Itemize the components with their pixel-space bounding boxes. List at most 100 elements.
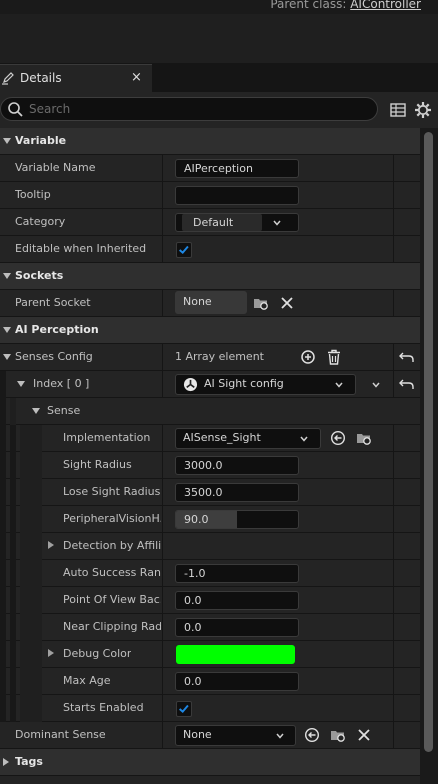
category-label: Sockets xyxy=(15,269,64,282)
category-tags[interactable]: Tags xyxy=(0,749,420,776)
browse-icon[interactable] xyxy=(330,727,346,743)
debug-color-swatch[interactable] xyxy=(176,645,295,664)
divider xyxy=(393,560,394,586)
property-label: Category xyxy=(15,215,66,228)
implementation-value: AISense_Sight xyxy=(183,431,261,444)
implementation-combo[interactable]: AISense_Sight xyxy=(175,428,321,449)
indent-guide xyxy=(20,452,42,479)
dominant-sense-value: None xyxy=(183,728,212,741)
property-label: Sense xyxy=(47,404,81,417)
clear-x-icon[interactable] xyxy=(279,295,295,311)
indent-guide xyxy=(0,668,6,695)
starts-enabled-checkbox[interactable] xyxy=(176,701,192,717)
peripheral-vision-slider[interactable]: 90.0 xyxy=(175,510,299,529)
category-label: Variable xyxy=(15,134,67,147)
property-label: Point Of View Bac... xyxy=(63,593,161,606)
parent-socket-button[interactable]: None xyxy=(175,291,247,314)
sight-config-combo[interactable]: AI Sight config xyxy=(175,374,356,395)
near-clip-input[interactable]: 0.0 xyxy=(175,618,299,637)
table-view-icon[interactable] xyxy=(390,102,406,118)
pov-back-input[interactable]: 0.0 xyxy=(175,591,299,610)
indent-guide xyxy=(10,641,16,668)
property-label: Implementation xyxy=(63,431,151,444)
indent-guide xyxy=(20,479,42,506)
divider xyxy=(393,182,394,208)
expand-arrow-icon[interactable] xyxy=(48,541,54,549)
divider xyxy=(393,290,394,316)
divider xyxy=(162,695,163,721)
editable-checkbox[interactable] xyxy=(176,242,192,258)
browse-icon[interactable] xyxy=(356,430,372,446)
sight-radius-input[interactable]: 3000.0 xyxy=(175,456,299,475)
divider xyxy=(162,236,163,262)
parent-class: Parent class: AIController xyxy=(270,0,421,11)
tooltip-input[interactable] xyxy=(175,186,299,205)
reset-arrow-icon[interactable] xyxy=(399,349,415,365)
variable-name-input[interactable]: AIPerception xyxy=(175,159,299,178)
divider xyxy=(162,371,163,397)
trash-icon[interactable] xyxy=(326,349,342,365)
property-label: Max Age xyxy=(63,674,111,687)
category-variable[interactable]: Variable xyxy=(0,128,420,155)
browse-socket-icon[interactable] xyxy=(253,295,269,311)
collapse-arrow-icon[interactable] xyxy=(17,381,25,387)
add-element-icon[interactable] xyxy=(300,349,316,365)
checkmark-icon xyxy=(178,245,189,254)
divider xyxy=(162,560,163,586)
clear-x-icon[interactable] xyxy=(356,727,372,743)
property-label: Tooltip xyxy=(15,188,51,201)
tab-details-label: Details xyxy=(20,71,62,85)
indent-guide xyxy=(0,425,6,452)
property-label: Editable when Inherited xyxy=(15,242,147,255)
divider xyxy=(162,668,163,694)
dominant-sense-combo[interactable]: None xyxy=(175,725,296,746)
reset-arrow-icon[interactable] xyxy=(399,376,415,392)
property-label: Variable Name xyxy=(15,161,96,174)
use-selected-icon[interactable] xyxy=(330,430,346,446)
divider xyxy=(393,587,394,613)
divider xyxy=(393,344,394,370)
row-sight-radius: Sight Radius 3000.0 xyxy=(0,452,420,479)
indent-guide xyxy=(10,452,16,479)
row-near-clipping-radius: Near Clipping Radi... 0.0 xyxy=(0,614,420,641)
search-box xyxy=(0,97,378,121)
details-panel: Variable Variable Name AIPerception Tool… xyxy=(0,128,420,784)
expand-arrow-icon[interactable] xyxy=(48,649,54,657)
divider xyxy=(393,695,394,721)
scrollbar[interactable] xyxy=(420,128,438,784)
use-selected-icon[interactable] xyxy=(304,727,320,743)
checkmark-icon xyxy=(178,704,189,713)
divider xyxy=(162,182,163,208)
chevron-down-icon xyxy=(335,382,343,388)
tab-details[interactable]: Details × xyxy=(0,64,152,92)
lose-sight-radius-input[interactable]: 3500.0 xyxy=(175,483,299,502)
divider xyxy=(162,155,163,181)
max-age-input[interactable]: 0.0 xyxy=(175,672,299,691)
row-sense[interactable]: Sense xyxy=(0,398,420,425)
parent-class-link[interactable]: AIController xyxy=(350,0,421,11)
collapse-arrow-icon[interactable] xyxy=(3,354,11,360)
category-label: AI Perception xyxy=(15,323,99,336)
category-combo[interactable]: Default xyxy=(175,213,299,232)
indent-guide xyxy=(0,641,6,668)
divider xyxy=(162,533,163,559)
divider xyxy=(162,587,163,613)
close-icon[interactable]: × xyxy=(131,70,142,85)
divider xyxy=(393,371,394,397)
divider xyxy=(393,209,394,235)
top-bar: Parent class: AIController xyxy=(0,0,438,14)
category-ai-perception[interactable]: AI Perception xyxy=(0,317,420,344)
category-sockets[interactable]: Sockets xyxy=(0,263,420,290)
auto-success-input[interactable]: -1.0 xyxy=(175,564,299,583)
indent-guide xyxy=(0,479,6,506)
chevron-down-icon[interactable] xyxy=(372,381,380,389)
divider xyxy=(162,479,163,505)
search-input[interactable] xyxy=(29,100,359,118)
row-parent-socket: Parent Socket None xyxy=(0,290,420,317)
property-label: Sight Radius xyxy=(63,458,132,471)
gear-icon[interactable] xyxy=(414,101,432,119)
divider xyxy=(393,506,394,532)
divider xyxy=(393,452,394,478)
expand-arrow-icon xyxy=(3,758,9,766)
scroll-thumb[interactable] xyxy=(424,132,433,752)
